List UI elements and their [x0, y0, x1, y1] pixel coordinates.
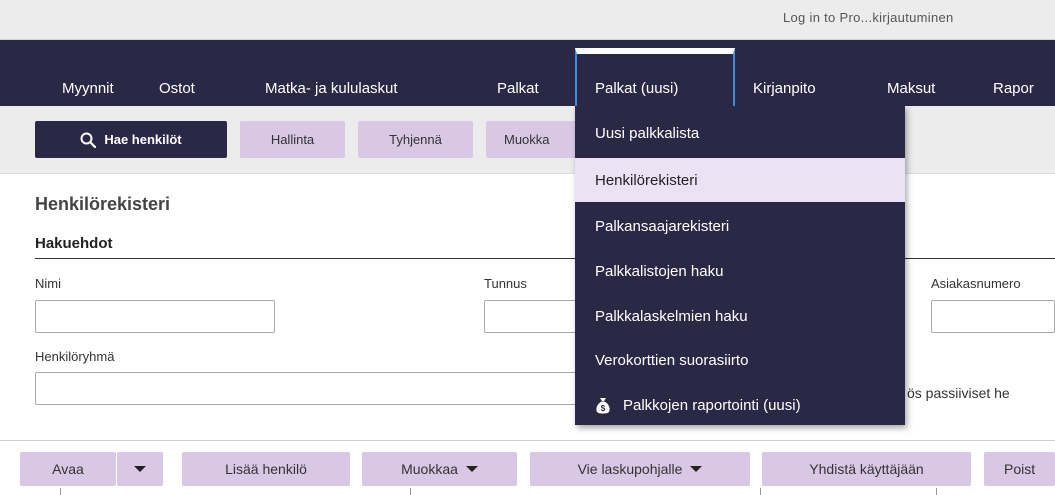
- customer-number-label: Asiakasnumero: [931, 276, 1021, 291]
- customer-number-input[interactable]: [931, 300, 1055, 333]
- nav-item-palkat-uusi-label: Palkat (uusi): [595, 80, 679, 97]
- nav-item-matka-ja-kululaskut[interactable]: Matka- ja kululaskut: [265, 80, 398, 97]
- open-button[interactable]: Avaa: [20, 452, 116, 486]
- export-menu-button[interactable]: Vie laskupohjalle: [530, 452, 750, 486]
- manage-button[interactable]: Hallinta: [240, 121, 345, 158]
- add-person-button[interactable]: Lisää henkilö: [182, 452, 350, 486]
- menu-item-verokorttien-suorasiirto[interactable]: Verokorttien suorasiirto: [575, 338, 905, 382]
- login-link[interactable]: Log in to Pro...kirjautuminen: [783, 10, 954, 25]
- menu-item-palkkojen-raportointi-label: Palkkojen raportointi (uusi): [623, 396, 801, 414]
- link-user-button[interactable]: Yhdistä käyttäjään: [762, 452, 971, 486]
- clear-button[interactable]: Tyhjennä: [358, 121, 473, 158]
- nav-item-kirjanpito[interactable]: Kirjanpito: [753, 80, 816, 97]
- menu-item-palkkojen-raportointi[interactable]: $ Palkkojen raportointi (uusi): [575, 383, 905, 427]
- main-nav: Myynnit Ostot Matka- ja kululaskut Palka…: [0, 40, 1055, 108]
- menu-item-uusi-palkkalista[interactable]: Uusi palkkalista: [575, 111, 905, 155]
- menu-item-palkkalaskelmien-haku[interactable]: Palkkalaskelmien haku: [575, 294, 905, 338]
- include-passive-label[interactable]: ös passiiviset he: [907, 385, 1010, 401]
- nav-item-raportit[interactable]: Rapor: [993, 80, 1034, 97]
- edit-button[interactable]: Muokka: [486, 121, 581, 158]
- person-group-input[interactable]: [35, 372, 595, 405]
- column-divider: [60, 488, 61, 495]
- menu-item-palkkalistojen-haku[interactable]: Palkkalistojen haku: [575, 249, 905, 293]
- name-input[interactable]: [35, 300, 275, 333]
- svg-text:$: $: [601, 404, 606, 413]
- column-divider: [760, 488, 761, 495]
- person-group-label: Henkilöryhmä: [35, 349, 115, 364]
- section-title: Hakuehdot: [35, 235, 113, 252]
- export-menu-label: Vie laskupohjalle: [577, 461, 683, 477]
- palkat-uusi-dropdown-menu: Uusi palkkalista Henkilörekisteri Palkan…: [575, 106, 905, 425]
- edit-menu-button[interactable]: Muokkaa: [362, 452, 517, 486]
- name-label: Nimi: [35, 276, 61, 291]
- caret-down-icon: [465, 466, 478, 472]
- nav-item-maksut[interactable]: Maksut: [887, 80, 935, 97]
- money-bag-icon: $: [596, 398, 610, 414]
- caret-down-icon: [134, 466, 146, 472]
- search-persons-label: Hae henkilöt: [104, 132, 182, 147]
- menu-item-henkilorekisteri[interactable]: Henkilörekisteri: [575, 158, 905, 202]
- search-persons-button[interactable]: Hae henkilöt: [35, 121, 227, 158]
- search-icon: [80, 132, 97, 148]
- top-bar: Log in to Pro...kirjautuminen: [0, 0, 1055, 40]
- delete-button[interactable]: Poist: [984, 452, 1055, 486]
- nav-item-ostot[interactable]: Ostot: [159, 80, 195, 97]
- nav-item-myynnit[interactable]: Myynnit: [62, 80, 114, 97]
- caret-down-icon: [690, 466, 703, 472]
- id-label: Tunnus: [484, 276, 527, 291]
- nav-item-palkat-uusi[interactable]: Palkat (uusi): [575, 48, 735, 108]
- action-bar-divider: [0, 440, 1055, 441]
- open-dropdown-button[interactable]: [117, 452, 163, 486]
- column-divider: [936, 488, 937, 495]
- id-input[interactable]: [484, 300, 584, 333]
- column-divider: [410, 488, 411, 495]
- menu-item-palkansaajarekisteri[interactable]: Palkansaajarekisteri: [575, 204, 905, 248]
- nav-item-palkat[interactable]: Palkat: [497, 80, 539, 97]
- edit-menu-label: Muokkaa: [401, 461, 458, 477]
- page-title: Henkilörekisteri: [35, 194, 171, 214]
